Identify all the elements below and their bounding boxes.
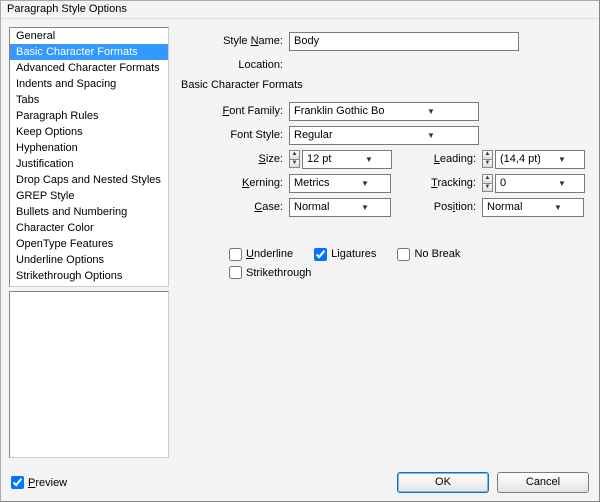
size-label: Size:: [179, 153, 289, 165]
tracking-combo[interactable]: 0 ▼: [495, 174, 585, 193]
spinner-up-icon[interactable]: ▲: [289, 150, 300, 159]
sidebar-item[interactable]: Basic Character Formats: [10, 44, 168, 60]
sidebar-item[interactable]: Advanced Character Formats: [10, 60, 168, 76]
strike-label: Strikethrough: [246, 267, 311, 279]
spinner-down-icon[interactable]: ▼: [482, 183, 493, 192]
nobreak-checkbox[interactable]: No Break: [397, 245, 460, 263]
font-family-combo[interactable]: Franklin Gothic Book ▼: [289, 102, 479, 121]
kerning-combo[interactable]: Metrics ▼: [289, 174, 391, 193]
spinner-up-icon[interactable]: ▲: [482, 150, 493, 159]
sidebar-item[interactable]: GREP Style: [10, 188, 168, 204]
sidebar-item[interactable]: General: [10, 28, 168, 44]
tracking-label: Tracking:: [402, 177, 482, 189]
case-value: Normal: [290, 201, 340, 213]
dialog-body: GeneralBasic Character FormatsAdvanced C…: [1, 19, 599, 466]
sidebar: GeneralBasic Character FormatsAdvanced C…: [9, 27, 169, 458]
position-value: Normal: [483, 201, 533, 213]
footer: Preview OK Cancel: [1, 466, 599, 501]
chevron-down-icon: ▼: [384, 131, 478, 140]
position-label: Position:: [402, 201, 482, 213]
font-style-combo[interactable]: Regular ▼: [289, 126, 479, 145]
strike-checkbox[interactable]: Strikethrough: [229, 264, 311, 282]
cancel-button[interactable]: Cancel: [497, 472, 589, 493]
checkbox-block: Underline Ligatures No Break Strikethrou…: [179, 245, 585, 282]
chevron-down-icon: ▼: [340, 179, 390, 188]
ligatures-label: Ligatures: [331, 248, 376, 260]
font-family-label: Font Family:: [179, 105, 289, 117]
chevron-down-icon: ▼: [540, 179, 584, 188]
sidebar-item[interactable]: Paragraph Rules: [10, 108, 168, 124]
position-combo[interactable]: Normal ▼: [482, 198, 584, 217]
location-label: Location:: [179, 59, 289, 71]
font-family-value: Franklin Gothic Book: [290, 105, 384, 117]
size-value: 12 pt: [303, 153, 347, 165]
sidebar-item[interactable]: Hyphenation: [10, 140, 168, 156]
sidebar-item[interactable]: Drop Caps and Nested Styles: [10, 172, 168, 188]
underline-check-input[interactable]: [229, 248, 242, 261]
size-spinner[interactable]: ▲ ▼: [289, 150, 300, 169]
chevron-down-icon: ▼: [533, 203, 583, 212]
window-title: Paragraph Style Options: [1, 1, 599, 19]
preview-checkbox[interactable]: Preview: [11, 474, 67, 492]
ok-button[interactable]: OK: [397, 472, 489, 493]
chevron-down-icon: ▼: [384, 107, 478, 116]
spinner-up-icon[interactable]: ▲: [482, 174, 493, 183]
leading-value: (14,4 pt): [496, 153, 540, 165]
case-label: Case:: [179, 201, 289, 213]
leading-combo[interactable]: (14,4 pt) ▼: [495, 150, 585, 169]
leading-label: Leading:: [402, 153, 482, 165]
ligatures-checkbox[interactable]: Ligatures: [314, 245, 376, 263]
font-style-value: Regular: [290, 129, 384, 141]
nobreak-label: No Break: [414, 248, 460, 260]
sidebar-item[interactable]: Justification: [10, 156, 168, 172]
strike-check-input[interactable]: [229, 266, 242, 279]
sidebar-item[interactable]: Underline Options: [10, 252, 168, 268]
section-title: Basic Character Formats: [179, 79, 585, 91]
sidebar-item[interactable]: Keep Options: [10, 124, 168, 140]
kerning-label: Kerning:: [179, 177, 289, 189]
style-name-label: Style Name:: [179, 35, 289, 47]
font-style-label: Font Style:: [179, 129, 289, 141]
sidebar-list[interactable]: GeneralBasic Character FormatsAdvanced C…: [9, 27, 169, 287]
case-combo[interactable]: Normal ▼: [289, 198, 391, 217]
chevron-down-icon: ▼: [347, 155, 391, 164]
dialog: Paragraph Style Options GeneralBasic Cha…: [0, 0, 600, 502]
spinner-down-icon[interactable]: ▼: [482, 159, 493, 168]
sidebar-item[interactable]: Indents and Spacing: [10, 76, 168, 92]
sidebar-item[interactable]: Bullets and Numbering: [10, 204, 168, 220]
sidebar-item[interactable]: Tabs: [10, 92, 168, 108]
tracking-value: 0: [496, 177, 540, 189]
spinner-down-icon[interactable]: ▼: [289, 159, 300, 168]
leading-spinner[interactable]: ▲ ▼: [482, 150, 493, 169]
sidebar-empty-panel: [9, 291, 169, 458]
main-panel: Style Name: Location: Basic Character Fo…: [175, 27, 593, 458]
ligatures-check-input[interactable]: [314, 248, 327, 261]
chevron-down-icon: ▼: [340, 203, 390, 212]
sidebar-item[interactable]: OpenType Features: [10, 236, 168, 252]
kerning-value: Metrics: [290, 177, 340, 189]
sidebar-item[interactable]: Character Color: [10, 220, 168, 236]
nobreak-check-input[interactable]: [397, 248, 410, 261]
chevron-down-icon: ▼: [540, 155, 584, 164]
size-combo[interactable]: 12 pt ▼: [302, 150, 392, 169]
preview-check-input[interactable]: [11, 476, 24, 489]
sidebar-item[interactable]: Strikethrough Options: [10, 268, 168, 284]
style-name-input[interactable]: [289, 32, 519, 51]
underline-checkbox[interactable]: Underline: [229, 245, 293, 263]
tracking-spinner[interactable]: ▲ ▼: [482, 174, 493, 193]
